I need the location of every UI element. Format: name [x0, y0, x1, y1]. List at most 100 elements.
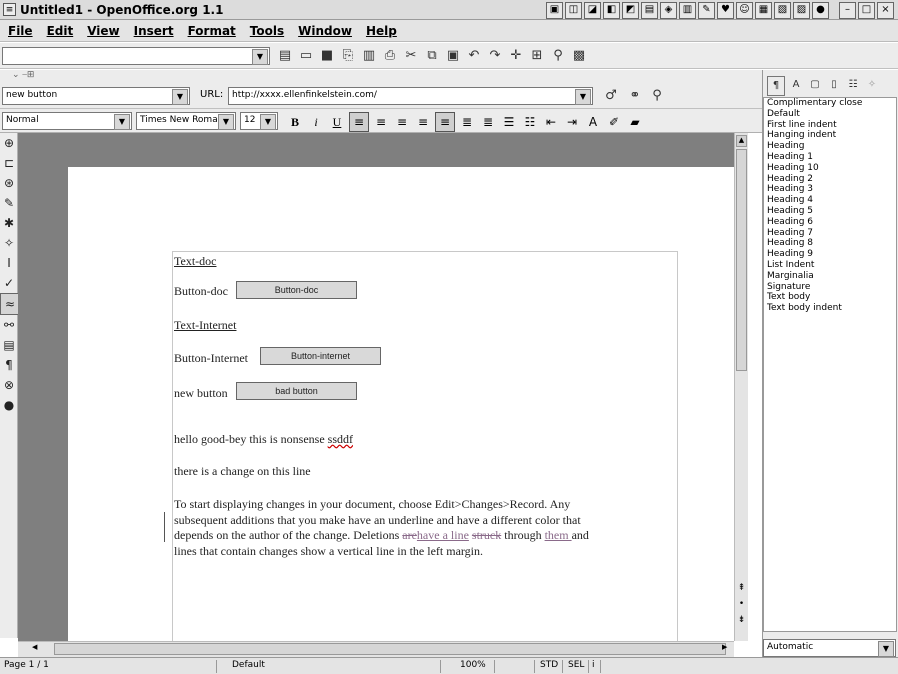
chevron-down-icon[interactable]: ▼ — [218, 114, 234, 130]
character-styles-icon[interactable]: A — [788, 76, 804, 94]
style-item[interactable]: Marginalia — [764, 271, 896, 282]
font-color-icon[interactable]: A — [584, 113, 602, 131]
style-item[interactable]: Heading — [764, 141, 896, 152]
load-url-combo[interactable]: ▼ — [2, 47, 270, 65]
align-right-icon[interactable]: ≡ — [393, 113, 411, 131]
menu-edit[interactable]: Edit — [47, 24, 74, 38]
chevron-down-icon[interactable]: ▼ — [172, 89, 188, 105]
justify-icon[interactable]: ≡ — [414, 113, 432, 131]
hyperlink-name-input[interactable]: new button ▼ — [2, 87, 190, 105]
tray-icon[interactable]: ◧ — [603, 2, 620, 19]
bad-button[interactable]: bad button — [236, 382, 357, 400]
text-doc-link[interactable]: Text-doc — [174, 254, 216, 269]
find-icon[interactable]: ⚲ — [648, 87, 666, 105]
open-icon[interactable]: ▭ — [297, 47, 315, 65]
decrease-indent-icon[interactable]: ⇤ — [542, 113, 560, 131]
chevron-down-icon[interactable]: ▼ — [878, 641, 894, 657]
style-filter-select[interactable]: Automatic ▼ — [763, 639, 896, 657]
menu-insert[interactable]: Insert — [134, 24, 174, 38]
style-item[interactable]: Signature — [764, 282, 896, 293]
show-draw-functions-icon[interactable]: ✎ — [0, 193, 18, 213]
insert-icon[interactable]: ⊕ — [0, 133, 18, 153]
tray-icon[interactable]: ☺ — [736, 2, 753, 19]
edit-file-icon[interactable]: ▤ — [276, 47, 294, 65]
save-icon[interactable]: ■ — [318, 47, 336, 65]
font-name-select[interactable]: Times New Roman ▼ — [136, 112, 236, 130]
style-item[interactable]: Heading 2 — [764, 174, 896, 185]
tray-icon[interactable]: ♥ — [717, 2, 734, 19]
style-item[interactable]: Heading 4 — [764, 195, 896, 206]
next-page-icon[interactable]: ⇟ — [736, 615, 747, 629]
scroll-thumb[interactable] — [736, 149, 747, 371]
insert-mode[interactable]: STD — [540, 660, 558, 670]
prev-page-icon[interactable]: ⇞ — [736, 583, 747, 597]
selection-mode[interactable]: SEL — [568, 660, 584, 670]
insert-objects-icon[interactable]: ⊛ — [0, 173, 18, 193]
find-replace-icon[interactable]: ⚯ — [0, 315, 18, 335]
close-icon[interactable]: × — [877, 2, 894, 19]
increase-indent-icon[interactable]: ⇥ — [563, 113, 581, 131]
tray-icon[interactable]: ◩ — [622, 2, 639, 19]
menu-help[interactable]: Help — [366, 24, 397, 38]
style-item[interactable]: Hanging indent — [764, 130, 896, 141]
tray-icon[interactable]: ▦ — [755, 2, 772, 19]
style-item[interactable]: Heading 1 — [764, 152, 896, 163]
redo-icon[interactable]: ↷ — [486, 47, 504, 65]
menu-file[interactable]: File — [8, 24, 33, 38]
chevron-down-icon[interactable]: ▼ — [575, 89, 591, 105]
bold-button[interactable]: B — [286, 113, 304, 131]
link-target-icon[interactable]: ♂ — [602, 87, 620, 105]
style-item[interactable]: Heading 6 — [764, 217, 896, 228]
paragraph-style-select[interactable]: Normal ▼ — [2, 112, 132, 130]
maximize-icon[interactable]: □ — [858, 2, 875, 19]
frame-styles-icon[interactable]: ▢ — [807, 76, 823, 94]
style-item[interactable]: Heading 9 — [764, 249, 896, 260]
export-pdf-icon[interactable]: ⎘ — [339, 47, 357, 65]
record-macro-icon[interactable]: ● — [0, 395, 18, 415]
menu-tools[interactable]: Tools — [250, 24, 284, 38]
hyperlink-dialog-icon[interactable]: ⚭ — [626, 87, 644, 105]
line-spacing-2-icon[interactable]: ≣ — [479, 113, 497, 131]
navigation-icon[interactable]: • — [736, 599, 747, 613]
paste-icon[interactable]: ▣ — [444, 47, 462, 65]
align-left-icon[interactable]: ≡ — [349, 112, 369, 132]
background-color-icon[interactable]: ▰ — [626, 113, 644, 131]
url-input[interactable]: http://xxxx.ellenfinkelstein.com/ ▼ — [228, 87, 593, 105]
print-file-icon[interactable]: ▥ — [360, 47, 378, 65]
chevron-down-icon[interactable]: ▼ — [260, 114, 276, 130]
system-menu-icon[interactable]: ≡ — [3, 3, 16, 16]
zoom-level[interactable]: 100% — [460, 660, 486, 670]
menu-format[interactable]: Format — [188, 24, 236, 38]
align-center-icon[interactable]: ≡ — [372, 113, 390, 131]
misspelled-word[interactable]: ssddf — [328, 432, 353, 446]
edit-autotext-icon[interactable]: ✧ — [0, 233, 18, 253]
button-doc[interactable]: Button-doc — [236, 281, 357, 299]
italic-button[interactable]: i — [307, 113, 325, 131]
line-spacing-1-icon[interactable]: ≡ — [435, 112, 455, 132]
menu-view[interactable]: View — [87, 24, 119, 38]
tray-icon[interactable]: ▧ — [774, 2, 791, 19]
scroll-left-icon[interactable]: ◀ — [32, 643, 42, 655]
numbering-styles-icon[interactable]: ☷ — [845, 76, 861, 94]
scroll-up-icon[interactable]: ▲ — [736, 135, 747, 147]
navigator-icon[interactable]: ✛ — [507, 47, 525, 65]
paragraph-styles-icon[interactable]: ¶ — [767, 76, 785, 96]
data-sources-icon[interactable]: ▤ — [0, 335, 18, 355]
style-item[interactable]: Text body indent — [764, 303, 896, 314]
undo-icon[interactable]: ↶ — [465, 47, 483, 65]
button-internet[interactable]: Button-internet — [260, 347, 381, 365]
style-item[interactable]: List Indent — [764, 260, 896, 271]
text-internet-link[interactable]: Text-Internet — [174, 318, 236, 333]
hyperlink-icon[interactable]: ⚲ — [549, 47, 567, 65]
style-item[interactable]: Heading 8 — [764, 238, 896, 249]
copy-icon[interactable]: ⧉ — [423, 47, 441, 65]
style-item[interactable]: Complimentary close — [764, 98, 896, 109]
style-item[interactable]: First line indent — [764, 120, 896, 131]
cut-icon[interactable]: ✂ — [402, 47, 420, 65]
tray-icon[interactable]: ● — [812, 2, 829, 19]
strip-arrow-icon[interactable]: ⌄ ⎯⊞ — [12, 70, 34, 80]
scroll-right-icon[interactable]: ▶ — [722, 643, 732, 655]
auto-spellcheck-icon[interactable]: ≈ — [0, 293, 20, 315]
style-item[interactable]: Heading 10 — [764, 163, 896, 174]
tray-icon[interactable]: ▨ — [793, 2, 810, 19]
